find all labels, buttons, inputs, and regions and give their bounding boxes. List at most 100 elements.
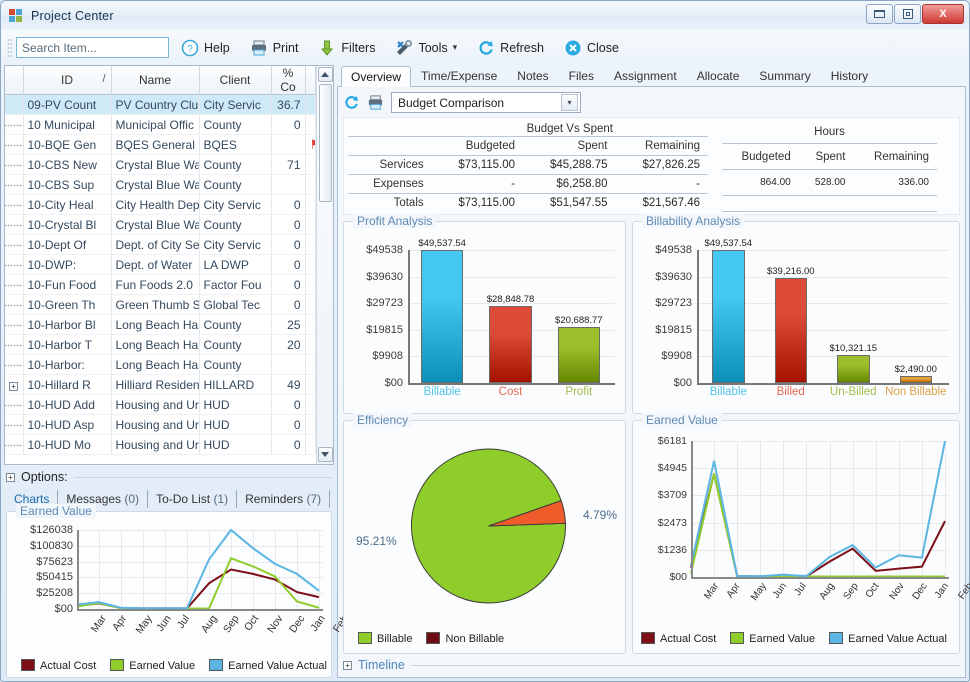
scrollbar-thumb[interactable] — [319, 84, 332, 202]
row-expander-cell[interactable] — [5, 355, 23, 375]
table-row[interactable]: 10-Crystal BlCrystal Blue WaCounty0 — [5, 215, 316, 235]
table-row[interactable]: 10-HUD MoHousing and UrHUD0 — [5, 435, 316, 455]
billability-analysis-plot: $00$9908$19815$29723$39630$49538$49,537.… — [639, 236, 951, 405]
row-expander-cell[interactable] — [5, 275, 23, 295]
row-expander-cell[interactable]: + — [5, 375, 23, 395]
grid-vertical-scrollbar[interactable] — [316, 66, 333, 464]
row-flag-cell[interactable] — [305, 175, 316, 195]
refresh-button[interactable]: Refresh — [469, 34, 552, 62]
row-expander-cell[interactable] — [5, 215, 23, 235]
dropdown-caret-icon[interactable]: ▾ — [561, 94, 578, 111]
row-expander-icon[interactable]: + — [9, 382, 18, 391]
table-row[interactable]: 10-DWP:Dept. of WaterLA DWP0 — [5, 255, 316, 275]
table-row[interactable]: 10-Harbor BlLong Beach HarCounty25 — [5, 315, 316, 335]
help-button[interactable]: ? Help — [173, 34, 238, 62]
row-expander-cell[interactable] — [5, 315, 23, 335]
row-flag-cell[interactable] — [305, 295, 316, 315]
column-header-flag[interactable] — [305, 66, 316, 95]
tab-notes[interactable]: Notes — [507, 65, 558, 86]
table-row[interactable]: 10-Harbor TLong Beach HarCounty20 — [5, 335, 316, 355]
search-input[interactable]: Search Item... — [16, 37, 169, 58]
table-row[interactable]: 10-BQE GenBQES GeneralBQES⚑ — [5, 135, 316, 155]
table-row[interactable]: 10-HUD AddHousing and UrHUD0 — [5, 395, 316, 415]
row-flag-cell[interactable] — [305, 195, 316, 215]
row-flag-cell[interactable] — [305, 375, 316, 395]
table-row[interactable]: 10-HUD AspHousing and UrHUD0 — [5, 415, 316, 435]
table-row[interactable]: 10-Green ThGreen Thumb SGlobal Tec0 — [5, 295, 316, 315]
tab-assignment[interactable]: Assignment — [604, 65, 687, 86]
tab-history[interactable]: History — [821, 65, 878, 86]
close-button[interactable]: X — [922, 4, 964, 24]
report-print-icon[interactable] — [367, 94, 385, 112]
tab-allocate[interactable]: Allocate — [687, 65, 750, 86]
table-row[interactable]: 09-PV CountPV Country CluCity Servic36.7 — [5, 95, 316, 115]
minimize-button[interactable] — [866, 4, 893, 24]
row-expander-cell[interactable] — [5, 135, 23, 155]
report-dropdown[interactable]: Budget Comparison ▾ — [391, 92, 581, 113]
tab-files[interactable]: Files — [559, 65, 604, 86]
timeline-section-header[interactable]: + Timeline — [343, 658, 960, 672]
column-header-client[interactable]: Client — [199, 66, 271, 95]
row-flag-cell[interactable] — [305, 315, 316, 335]
row-flag-cell[interactable] — [305, 355, 316, 375]
table-row[interactable]: 10-CBS SupCrystal Blue WaCounty — [5, 175, 316, 195]
row-expander-cell[interactable] — [5, 155, 23, 175]
row-flag-cell[interactable] — [305, 155, 316, 175]
bottom-tab-to-do-list[interactable]: To-Do List (1) — [148, 490, 237, 508]
row-expander-cell[interactable] — [5, 435, 23, 455]
scroll-up-button[interactable] — [318, 67, 333, 82]
row-expander-cell[interactable] — [5, 395, 23, 415]
flag-icon: ⚑ — [310, 137, 316, 152]
column-header-id[interactable]: ID / — [23, 66, 111, 95]
tab-summary[interactable]: Summary — [749, 65, 820, 86]
tab-overview[interactable]: Overview — [341, 66, 411, 87]
row-expander-cell[interactable] — [5, 115, 23, 135]
x-axis-category-label: Un-Billed — [830, 386, 877, 398]
project-grid[interactable]: ID / Name Client % Co 09-PV CountPV Coun… — [4, 65, 334, 465]
row-name: Housing and Ur — [111, 435, 199, 455]
row-flag-cell[interactable] — [305, 435, 316, 455]
timeline-expander-icon[interactable]: + — [343, 661, 352, 670]
filters-button[interactable]: Filters — [310, 34, 383, 62]
table-row[interactable]: 10 MunicipalMunicipal OfficCounty0 — [5, 115, 316, 135]
restore-button[interactable] — [894, 4, 921, 24]
options-expander-icon[interactable]: + — [6, 473, 15, 482]
row-expander-cell[interactable] — [5, 175, 23, 195]
close-toolbar-button[interactable]: Close — [556, 34, 627, 62]
row-flag-cell[interactable]: ⚑ — [305, 135, 316, 155]
column-header-name[interactable]: Name — [111, 66, 199, 95]
options-section-header[interactable]: + Options: — [6, 470, 332, 484]
toolbar-grip[interactable] — [7, 38, 12, 58]
table-row[interactable]: 10-CBS NewCrystal Blue WaCounty71 — [5, 155, 316, 175]
table-row[interactable]: 10-Fun FoodFun Foods 2.0Factor Fou0 — [5, 275, 316, 295]
table-row[interactable]: 10-Dept OfDept. of City SeCity Servic0 — [5, 235, 316, 255]
table-row[interactable]: 10-Harbor:Long Beach HarCounty — [5, 355, 316, 375]
row-flag-cell[interactable] — [305, 235, 316, 255]
report-refresh-icon[interactable] — [343, 94, 361, 112]
budget-expenses-remaining: - — [616, 175, 709, 194]
row-expander-cell[interactable] — [5, 335, 23, 355]
row-flag-cell[interactable] — [305, 275, 316, 295]
row-expander-cell[interactable] — [5, 255, 23, 275]
row-flag-cell[interactable] — [305, 395, 316, 415]
print-button[interactable]: Print — [242, 34, 307, 62]
table-row[interactable]: +10-Hillard RHilliard ResidenHILLARD49 — [5, 375, 316, 395]
row-flag-cell[interactable] — [305, 255, 316, 275]
row-expander-cell[interactable] — [5, 235, 23, 255]
row-flag-cell[interactable] — [305, 335, 316, 355]
column-header-pct[interactable]: % Co — [271, 66, 305, 95]
row-flag-cell[interactable] — [305, 95, 316, 115]
tools-button[interactable]: Tools ▾ — [387, 34, 465, 62]
row-expander-cell[interactable] — [5, 195, 23, 215]
row-flag-cell[interactable] — [305, 115, 316, 135]
row-flag-cell[interactable] — [305, 215, 316, 235]
table-row[interactable]: 10-City HealCity Health DepCity Servic0 — [5, 195, 316, 215]
row-flag-cell[interactable] — [305, 415, 316, 435]
row-expander-cell[interactable] — [5, 415, 23, 435]
bottom-tab-reminders[interactable]: Reminders (7) — [237, 490, 330, 508]
scroll-down-button[interactable] — [318, 447, 333, 462]
tab-time-expense[interactable]: Time/Expense — [411, 65, 507, 86]
x-axis-category-label: Non Billable — [885, 386, 946, 398]
row-expander-cell[interactable] — [5, 95, 23, 115]
row-expander-cell[interactable] — [5, 295, 23, 315]
